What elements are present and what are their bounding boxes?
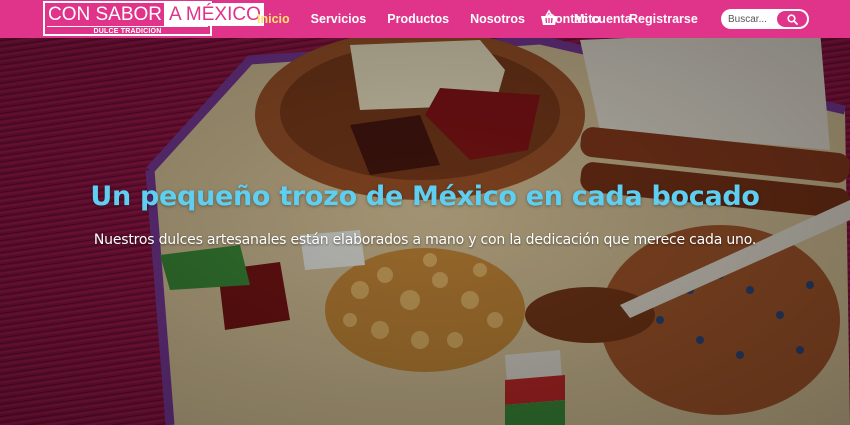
hero-background-image	[0, 0, 850, 425]
brand-name-accent: A MÉXICO	[166, 3, 264, 26]
search-button[interactable]	[777, 11, 807, 27]
search-icon	[786, 13, 798, 25]
brand-tagline: DULCE TRADICIÓN	[47, 26, 208, 36]
logo-row: CON SABOR A MÉXICO	[45, 3, 264, 26]
nav-link-nosotros[interactable]: Nosotros	[470, 12, 525, 26]
account-link[interactable]: Mi cuenta	[574, 0, 632, 38]
register-link[interactable]: Registrarse	[629, 0, 698, 38]
hero-headline: Un pequeño trozo de México en cada bocad…	[90, 181, 760, 212]
brand-name: CON SABOR	[45, 3, 167, 26]
search-box	[721, 9, 809, 29]
nav-link-productos[interactable]: Productos	[387, 12, 449, 26]
basket-icon[interactable]	[540, 9, 558, 27]
nav-link-inicio[interactable]: Inicio	[257, 12, 290, 26]
navbar: CON SABOR A MÉXICO DULCE TRADICIÓN Inici…	[0, 0, 850, 38]
main-nav: Inicio Servicios Productos Nosotros Cont…	[257, 0, 621, 38]
hero-subline: Nuestros dulces artesanales están elabor…	[93, 232, 757, 248]
search-input[interactable]	[721, 9, 776, 29]
nav-link-servicios[interactable]: Servicios	[311, 12, 367, 26]
brand-logo[interactable]: CON SABOR A MÉXICO DULCE TRADICIÓN	[43, 1, 264, 36]
